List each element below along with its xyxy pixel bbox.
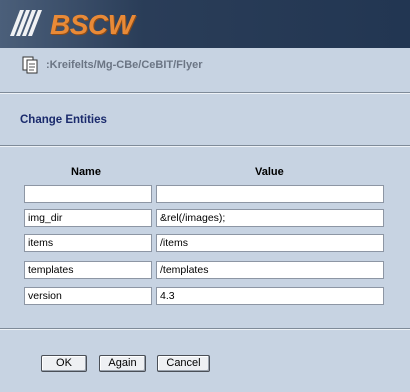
breadcrumb-path[interactable]: :Kreifelts/Mg-CBe/CeBIT/Flyer — [46, 59, 202, 71]
name-field[interactable]: templates — [24, 261, 152, 279]
value-field[interactable]: &rel(/images); — [156, 209, 384, 227]
breadcrumb: :Kreifelts/Mg-CBe/CeBIT/Flyer — [0, 48, 410, 88]
divider — [0, 328, 410, 330]
divider — [0, 92, 410, 94]
bscw-logo: BSCW — [6, 6, 156, 40]
documents-icon — [22, 56, 38, 74]
value-field[interactable]: /items — [156, 234, 384, 252]
divider — [0, 145, 410, 147]
app-header: BSCW — [0, 0, 410, 48]
name-field[interactable]: version — [24, 287, 152, 305]
logo-mark-icon — [10, 10, 42, 36]
again-button[interactable]: Again — [99, 355, 146, 372]
name-field[interactable]: items — [24, 234, 152, 252]
logo-text: BSCW — [50, 9, 134, 40]
column-header-value: Value — [255, 166, 284, 178]
column-header-name: Name — [71, 166, 101, 178]
value-field[interactable] — [156, 185, 384, 203]
name-field[interactable]: img_dir — [24, 209, 152, 227]
name-field[interactable] — [24, 185, 152, 203]
value-field[interactable]: /templates — [156, 261, 384, 279]
page-title: Change Entities — [20, 114, 107, 126]
ok-button[interactable]: OK — [41, 355, 87, 372]
value-field[interactable]: 4.3 — [156, 287, 384, 305]
cancel-button[interactable]: Cancel — [157, 355, 210, 372]
